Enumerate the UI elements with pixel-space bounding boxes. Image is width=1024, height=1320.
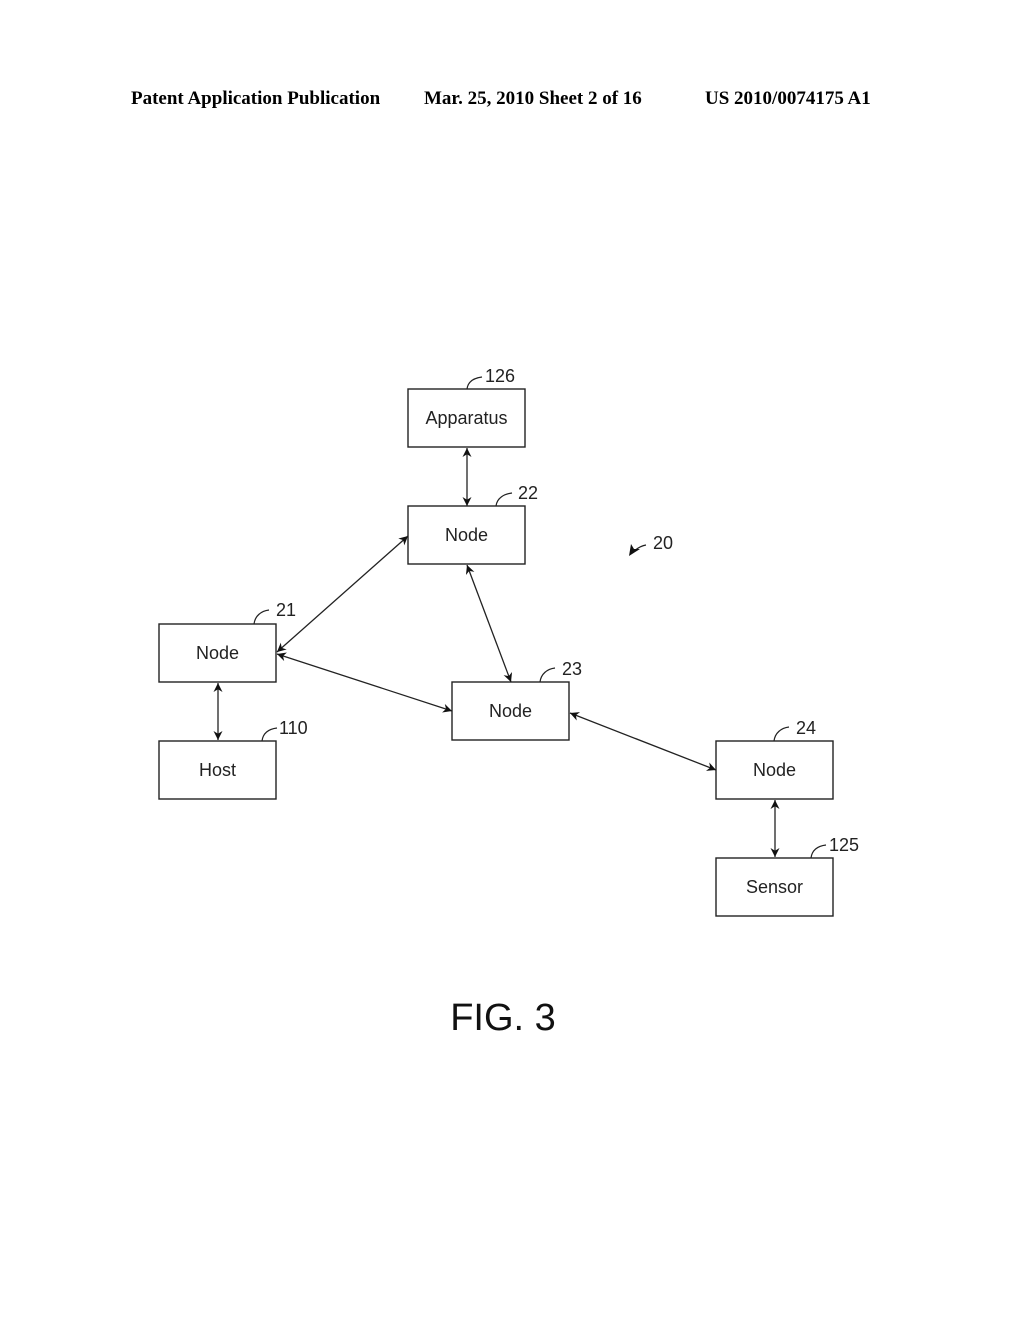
leader-line-icon [773, 726, 790, 742]
leader-line-icon [261, 727, 278, 742]
sensor-label: Sensor [746, 877, 803, 897]
node-21-label: Node [196, 643, 239, 663]
node-21-block: Node 21 [158, 600, 296, 683]
ref-numeral: 22 [518, 483, 538, 503]
node-23-label: Node [489, 701, 532, 721]
arrowhead-icon [629, 544, 640, 556]
edge-node23-node24 [569, 712, 717, 771]
apparatus-block: Apparatus 126 [407, 366, 526, 448]
sensor-block: Sensor 125 [715, 835, 859, 917]
edge-node21-node22 [276, 535, 409, 653]
ref-numeral: 126 [485, 366, 515, 386]
leader-line-icon [810, 844, 827, 859]
node-22-block: Node 22 [407, 483, 538, 565]
ref-numeral: 110 [279, 718, 308, 738]
system-ref-numeral: 20 [653, 533, 673, 553]
ref-numeral: 23 [562, 659, 582, 679]
ref-numeral: 24 [796, 718, 816, 738]
host-label: Host [199, 760, 236, 780]
node-24-block: Node 24 [715, 718, 834, 800]
ref-numeral: 125 [829, 835, 859, 855]
network-diagram: Apparatus 126 Node 22 Node 21 Host 110 N… [158, 366, 859, 1039]
node-22-label: Node [445, 525, 488, 545]
figure-caption: FIG. 3 [450, 997, 556, 1039]
ref-numeral: 21 [276, 600, 296, 620]
leader-line-icon [466, 376, 483, 390]
edge-node22-node23 [465, 564, 513, 683]
node-24-label: Node [753, 760, 796, 780]
apparatus-label: Apparatus [425, 408, 507, 428]
node-23-block: Node 23 [451, 659, 582, 741]
host-block: Host 110 [158, 718, 308, 800]
leader-line-icon [495, 492, 513, 507]
leader-line-icon [539, 667, 556, 683]
leader-line-icon [253, 609, 270, 625]
edge-node21-node23 [276, 652, 453, 713]
system-ref-20: 20 [629, 533, 673, 556]
